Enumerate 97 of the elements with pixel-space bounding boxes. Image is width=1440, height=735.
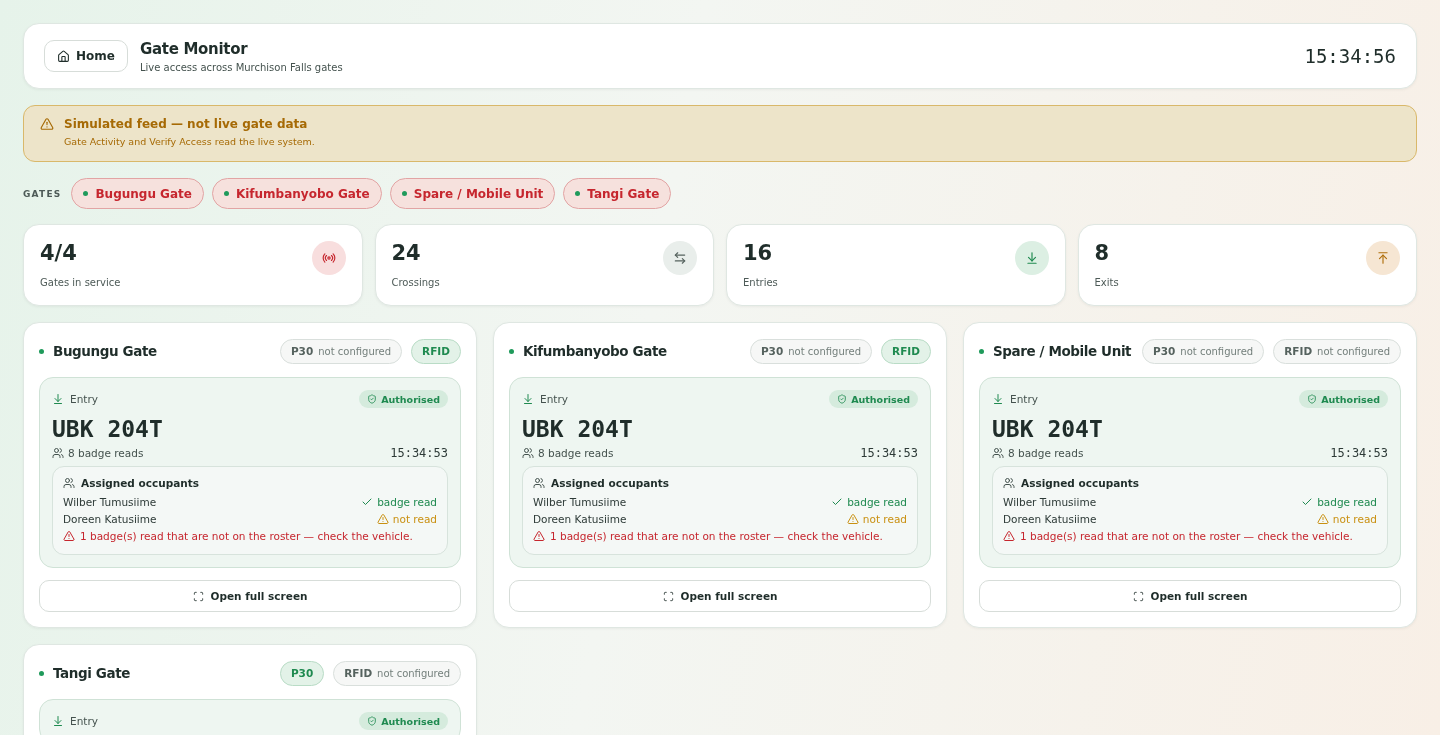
badge-reads: 8 badge reads — [68, 447, 144, 459]
occupant-name: Wilber Tumusiime — [63, 496, 157, 508]
occupants-title: Assigned occupants — [551, 477, 669, 489]
roster-warning: 1 badge(s) read that are not on the roster — check the vehicle. — [550, 530, 883, 542]
occupants-title: Assigned occupants — [81, 477, 199, 489]
badge-reads: 8 badge reads — [538, 447, 614, 459]
stat-value: 8 — [1094, 241, 1111, 265]
occupant-name: Wilber Tumusiime — [1003, 496, 1097, 508]
banner-text: Gate Activity and Verify Access read the live system. — [64, 136, 315, 147]
fullscreen-icon — [1132, 590, 1144, 602]
people-icon — [52, 447, 64, 459]
stat-value: 4/4 — [40, 241, 78, 265]
fullscreen-button[interactable]: Open full screen — [509, 580, 931, 612]
occupant-name: Doreen Katusiime — [1003, 513, 1097, 525]
read-status: not read — [392, 513, 437, 525]
gate-name: Spare / Mobile Unit — [993, 343, 1133, 359]
check-icon — [831, 496, 844, 508]
read-status: not read — [1332, 513, 1377, 525]
sensor-pill: RFID — [411, 338, 461, 364]
gate-name: Bugungu Gate — [53, 343, 158, 359]
plate-number: UBK 204T — [52, 416, 164, 442]
sensor-pill: RFID — [881, 338, 931, 364]
sensor-pill: RFID not configured — [1273, 338, 1401, 364]
page-title: Gate Monitor — [139, 39, 249, 58]
read-status: badge read — [847, 496, 907, 508]
warning-icon — [40, 117, 54, 131]
gate-filter-chip[interactable]: Tangi Gate — [563, 178, 672, 209]
arrow-down-icon — [992, 393, 1004, 405]
people-icon — [533, 477, 545, 489]
warning-icon — [533, 530, 545, 542]
stat-value: 16 — [743, 241, 774, 265]
stat-label: Entries — [743, 277, 778, 288]
gate-filter-chip[interactable]: Spare / Mobile Unit — [389, 178, 556, 209]
home-button[interactable]: Home — [44, 40, 128, 72]
arrow-down-icon — [522, 393, 534, 405]
status-badge: Authorised — [359, 390, 448, 408]
occupant-name: Doreen Katusiime — [63, 513, 157, 525]
swap-arrows-icon — [663, 241, 697, 275]
gates-label: GATES — [23, 188, 62, 199]
gate-filter-chip[interactable]: Bugungu Gate — [71, 178, 204, 209]
sensor-pill: RFID not configured — [333, 660, 461, 686]
page-subtitle: Live access across Murchison Falls gates — [139, 61, 344, 73]
badge-reads: 8 badge reads — [1008, 447, 1084, 459]
arrow-up-icon — [1366, 241, 1400, 275]
occupant-name: Wilber Tumusiime — [533, 496, 627, 508]
gate-name: Kifumbanyobo Gate — [523, 343, 668, 359]
plate-number: UBK 204T — [522, 416, 634, 442]
people-icon — [522, 447, 534, 459]
clock: 15:34:56 — [1304, 45, 1396, 67]
event-time: 15:34:53 — [1330, 446, 1388, 460]
warning-icon — [376, 513, 389, 525]
stat-label: Exits — [1094, 277, 1119, 288]
gate-filter-chip[interactable]: Kifumbanyobo Gate — [211, 178, 382, 209]
stat-label: Crossings — [391, 277, 440, 288]
status-badge: Authorised — [359, 712, 448, 730]
fullscreen-button[interactable]: Open full screen — [39, 580, 461, 612]
read-status: not read — [862, 513, 907, 525]
plate-number: UBK 204T — [992, 416, 1104, 442]
warning-icon — [1003, 530, 1015, 542]
sensor-pill: P30 not configured — [279, 338, 403, 364]
gate-name: Tangi Gate — [53, 665, 131, 681]
direction-label: Entry — [70, 715, 98, 727]
warning-icon — [1316, 513, 1329, 525]
occupants-title: Assigned occupants — [1021, 477, 1139, 489]
read-status: badge read — [1317, 496, 1377, 508]
warning-icon — [846, 513, 859, 525]
radio-signal-icon — [311, 241, 346, 275]
roster-warning: 1 badge(s) read that are not on the roster — check the vehicle. — [1020, 530, 1353, 542]
banner-title: Simulated feed — not live gate data — [64, 117, 309, 131]
event-time: 15:34:53 — [860, 446, 918, 460]
fullscreen-button[interactable]: Open full screen — [979, 580, 1401, 612]
sensor-pill: P30 not configured — [1142, 338, 1265, 364]
sensor-pill: P30 — [279, 660, 325, 686]
status-badge: Authorised — [1299, 390, 1388, 408]
event-time: 15:34:53 — [390, 446, 448, 460]
arrow-down-icon — [52, 715, 64, 727]
home-icon — [57, 49, 70, 63]
arrow-down-icon — [1014, 241, 1049, 275]
fullscreen-icon — [662, 590, 674, 602]
people-icon — [992, 447, 1004, 459]
direction-label: Entry — [1010, 393, 1038, 405]
check-icon — [361, 496, 374, 508]
status-badge: Authorised — [829, 390, 918, 408]
people-icon — [63, 477, 75, 489]
roster-warning: 1 badge(s) read that are not on the roster — check the vehicle. — [80, 530, 413, 542]
direction-label: Entry — [70, 393, 98, 405]
fullscreen-icon — [192, 590, 204, 602]
stat-value: 24 — [391, 241, 422, 265]
arrow-down-icon — [52, 393, 64, 405]
stat-label: Gates in service — [40, 277, 121, 288]
direction-label: Entry — [540, 393, 568, 405]
check-icon — [1301, 496, 1314, 508]
occupant-name: Doreen Katusiime — [533, 513, 627, 525]
people-icon — [1003, 477, 1015, 489]
sensor-pill: P30 not configured — [749, 338, 873, 364]
warning-icon — [63, 530, 75, 542]
read-status: badge read — [377, 496, 437, 508]
